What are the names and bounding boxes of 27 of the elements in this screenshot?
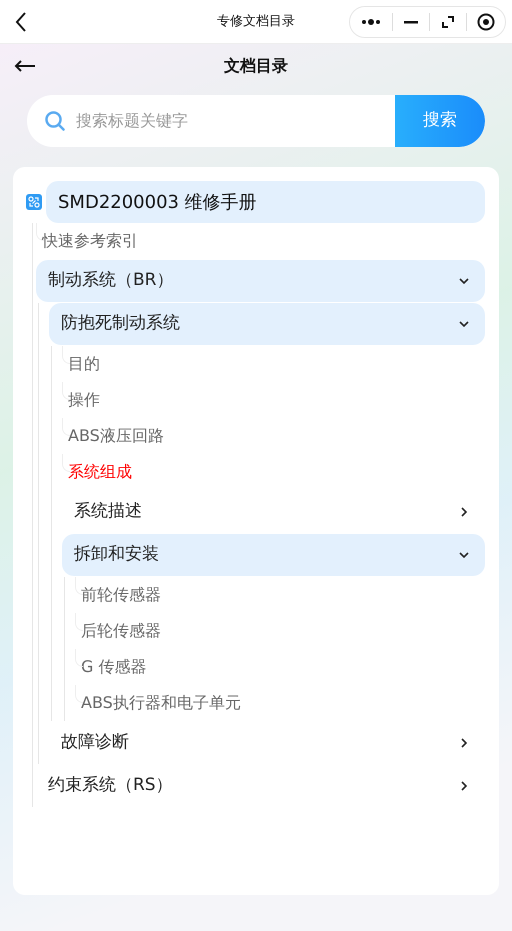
search-bar[interactable]: 搜索标题关键字 搜索 — [27, 95, 485, 147]
tree-item[interactable]: G 传感器 — [77, 649, 146, 685]
search-icon — [44, 110, 66, 132]
nav-title: 专修文档目录 — [217, 12, 295, 31]
tree-item[interactable]: ABS液压回路 — [64, 418, 164, 454]
tree-folder[interactable]: 拆卸和安装 — [62, 534, 485, 576]
tree-folder[interactable]: 防抱死制动系统 — [49, 303, 485, 345]
back-icon[interactable] — [14, 10, 28, 32]
tree-folder[interactable]: 系统描述 — [62, 491, 485, 533]
more-icon[interactable] — [360, 16, 382, 26]
tree-folder[interactable]: 约束系统（RS） — [36, 765, 485, 807]
tree-item[interactable]: 系统组成 — [64, 454, 132, 490]
search-button[interactable]: 搜索 — [395, 95, 485, 147]
tree-item[interactable]: 目的 — [64, 346, 100, 382]
tree-folder[interactable]: 故障诊断 — [49, 722, 485, 764]
record-icon[interactable] — [477, 12, 495, 30]
tree-item[interactable]: 后轮传感器 — [77, 613, 161, 649]
tree-item[interactable]: 快速参考索引 — [38, 223, 138, 259]
tree-item[interactable]: 操作 — [64, 382, 100, 418]
search-field[interactable]: 搜索标题关键字 — [76, 109, 395, 133]
tree-folder[interactable]: 制动系统（BR） — [36, 260, 485, 302]
tree-item[interactable]: 前轮传感器 — [77, 577, 161, 613]
back-arrow-icon[interactable] — [14, 60, 36, 72]
page-title: 文档目录 — [224, 55, 288, 77]
tree-item[interactable]: ABS执行器和电子单元 — [77, 685, 241, 721]
expand-icon[interactable] — [440, 14, 456, 30]
manual-title[interactable]: SMD2200003 维修手册 — [46, 181, 485, 223]
